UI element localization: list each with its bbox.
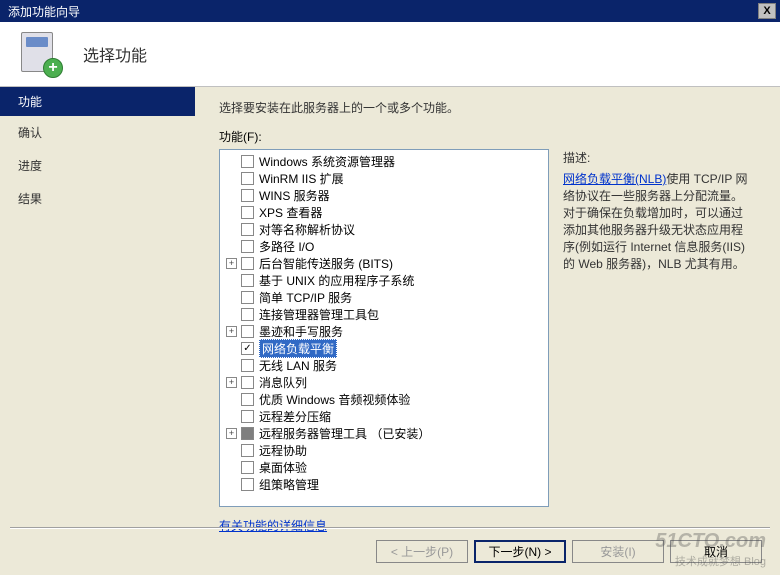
checkbox[interactable]: [241, 376, 254, 389]
tree-item-label: 基于 UNIX 的应用程序子系统: [259, 272, 414, 289]
expander-icon[interactable]: +: [226, 326, 237, 337]
tree-item[interactable]: 简单 TCP/IP 服务: [223, 289, 545, 306]
tree-item-label: WINS 服务器: [259, 187, 330, 204]
tree-item-label: 墨迹和手写服务: [259, 323, 343, 340]
tree-item[interactable]: 对等名称解析协议: [223, 221, 545, 238]
tree-item-label: 对等名称解析协议: [259, 221, 355, 238]
checkbox[interactable]: [241, 155, 254, 168]
cancel-button[interactable]: 取消: [670, 540, 762, 563]
tree-item[interactable]: + 消息队列: [223, 374, 545, 391]
tree-item[interactable]: XPS 查看器: [223, 204, 545, 221]
checkbox[interactable]: [241, 342, 254, 355]
checkbox[interactable]: [241, 274, 254, 287]
page-title: 选择功能: [83, 42, 147, 66]
tree-item-label: 组策略管理: [259, 476, 319, 493]
tree-item[interactable]: 组策略管理: [223, 476, 545, 493]
tree-item-label: Windows 系统资源管理器: [259, 153, 395, 170]
tree-item-label: 连接管理器管理工具包: [259, 306, 379, 323]
checkbox[interactable]: [241, 461, 254, 474]
tree-item-label: XPS 查看器: [259, 204, 322, 221]
checkbox[interactable]: [241, 478, 254, 491]
tree-item[interactable]: 远程协助: [223, 442, 545, 459]
tree-item-label: 远程差分压缩: [259, 408, 331, 425]
tree-item[interactable]: 无线 LAN 服务: [223, 357, 545, 374]
more-info-link[interactable]: 有关功能的详细信息: [219, 517, 327, 534]
wizard-icon: +: [15, 30, 63, 78]
tree-item-label: 多路径 I/O: [259, 238, 314, 255]
tree-item-label: 桌面体验: [259, 459, 307, 476]
expander-icon[interactable]: +: [226, 258, 237, 269]
tree-item[interactable]: + 远程服务器管理工具 （已安装）: [223, 425, 545, 442]
sidebar-item-3[interactable]: 结果: [0, 182, 195, 215]
tree-item-label: 远程服务器管理工具 （已安装）: [259, 425, 430, 442]
checkbox[interactable]: [241, 206, 254, 219]
tree-item-label: 网络负载平衡: [259, 339, 337, 358]
instruction-text: 选择要安装在此服务器上的一个或多个功能。: [219, 99, 762, 116]
tree-item[interactable]: WinRM IIS 扩展: [223, 170, 545, 187]
checkbox[interactable]: [241, 257, 254, 270]
tree-item-label: 无线 LAN 服务: [259, 357, 337, 374]
description-panel: 描述: 网络负载平衡(NLB)使用 TCP/IP 网络协议在一些服务器上分配流量…: [563, 149, 762, 507]
expander-icon[interactable]: +: [226, 377, 237, 388]
tree-item[interactable]: WINS 服务器: [223, 187, 545, 204]
next-button[interactable]: 下一步(N) >: [474, 540, 566, 563]
checkbox[interactable]: [241, 291, 254, 304]
tree-item[interactable]: 连接管理器管理工具包: [223, 306, 545, 323]
tree-item[interactable]: 优质 Windows 音频视频体验: [223, 391, 545, 408]
tree-item[interactable]: 网络负载平衡: [223, 340, 545, 357]
main-content: 选择要安装在此服务器上的一个或多个功能。 功能(F): Windows 系统资源…: [195, 87, 780, 519]
window-title: 添加功能向导: [4, 3, 758, 20]
tree-item[interactable]: 多路径 I/O: [223, 238, 545, 255]
description-link[interactable]: 网络负载平衡(NLB): [563, 172, 666, 186]
tree-item-label: 消息队列: [259, 374, 307, 391]
checkbox[interactable]: [241, 444, 254, 457]
titlebar: 添加功能向导 X: [0, 0, 780, 22]
tree-item[interactable]: 基于 UNIX 的应用程序子系统: [223, 272, 545, 289]
tree-item-label: 简单 TCP/IP 服务: [259, 289, 352, 306]
tree-item[interactable]: + 后台智能传送服务 (BITS): [223, 255, 545, 272]
close-button[interactable]: X: [758, 3, 776, 19]
tree-item-label: 优质 Windows 音频视频体验: [259, 391, 410, 408]
sidebar: 功能确认进度结果: [0, 87, 195, 519]
features-tree[interactable]: Windows 系统资源管理器WinRM IIS 扩展WINS 服务器XPS 查…: [219, 149, 549, 507]
previous-button: < 上一步(P): [376, 540, 468, 563]
sidebar-item-2[interactable]: 进度: [0, 149, 195, 182]
tree-item[interactable]: + 墨迹和手写服务: [223, 323, 545, 340]
checkbox[interactable]: [241, 223, 254, 236]
sidebar-item-1[interactable]: 确认: [0, 116, 195, 149]
checkbox[interactable]: [241, 172, 254, 185]
description-body: 网络负载平衡(NLB)使用 TCP/IP 网络协议在一些服务器上分配流量。对于确…: [563, 170, 752, 272]
checkbox[interactable]: [241, 240, 254, 253]
features-label: 功能(F):: [219, 128, 762, 145]
plus-icon: +: [43, 58, 63, 78]
button-row: < 上一步(P) 下一步(N) > 安装(I) 取消: [376, 540, 762, 563]
tree-item[interactable]: Windows 系统资源管理器: [223, 153, 545, 170]
expander-icon[interactable]: +: [226, 428, 237, 439]
header: + 选择功能: [0, 22, 780, 87]
tree-item-label: 后台智能传送服务 (BITS): [259, 255, 393, 272]
tree-item-label: 远程协助: [259, 442, 307, 459]
checkbox[interactable]: [241, 359, 254, 372]
tree-item-label: WinRM IIS 扩展: [259, 170, 344, 187]
checkbox[interactable]: [241, 189, 254, 202]
tree-item[interactable]: 桌面体验: [223, 459, 545, 476]
sidebar-item-0[interactable]: 功能: [0, 87, 195, 116]
description-title: 描述:: [563, 149, 752, 166]
checkbox[interactable]: [241, 325, 254, 338]
tree-item[interactable]: 远程差分压缩: [223, 408, 545, 425]
checkbox[interactable]: [241, 308, 254, 321]
install-button: 安装(I): [572, 540, 664, 563]
separator: [10, 527, 770, 529]
checkbox[interactable]: [241, 410, 254, 423]
checkbox[interactable]: [241, 393, 254, 406]
checkbox[interactable]: [241, 427, 254, 440]
